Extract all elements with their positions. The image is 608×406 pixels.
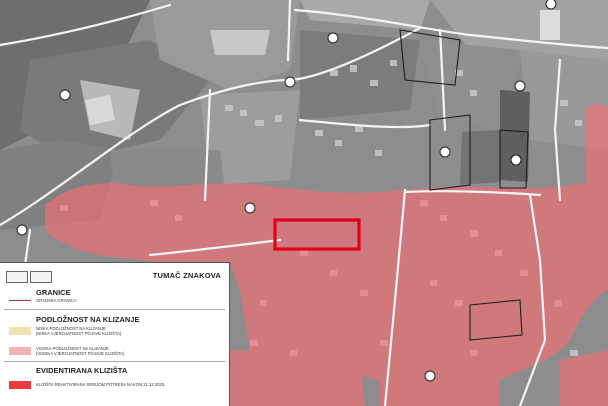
legend-item-low-line2: (NISKA VJEROJATNOST POJAVE KLIZIŠTA) xyxy=(36,331,122,336)
legend-title: TUMAČ ZNAKOVA xyxy=(152,271,221,280)
logo-left xyxy=(6,271,28,283)
city-boundary-swatch xyxy=(9,300,31,301)
legend-logos xyxy=(6,271,52,283)
map-viewport[interactable]: TUMAČ ZNAKOVA GRANICE GRADSKA GRANICA PO… xyxy=(0,0,608,406)
legend-divider xyxy=(4,309,225,310)
high-susceptibility-swatch xyxy=(9,347,31,355)
legend-section-boundaries: GRANICE xyxy=(36,288,71,297)
low-susceptibility-swatch xyxy=(9,327,31,335)
reactivated-landslide-swatch xyxy=(9,381,31,389)
legend-section-recorded: EVIDENTIRANA KLIZIŠTA xyxy=(36,366,128,375)
logo-right xyxy=(30,271,52,283)
map-legend: TUMAČ ZNAKOVA GRANICE GRADSKA GRANICA PO… xyxy=(0,262,230,406)
legend-section-susceptibility: PODLOŽNOST NA KLIZANJE xyxy=(36,315,140,324)
legend-divider xyxy=(4,361,225,362)
legend-item-high-line2: (VISOKA VJEROJATNOST POJAVE KLIZIŠTA) xyxy=(36,351,125,356)
legend-item-low-susceptibility: NISKA PODLOŽNOST NA KLIZANJE (NISKA VJER… xyxy=(36,326,121,336)
legend-item-high-susceptibility: VISOKA PODLOŽNOST NA KLIZANJE (VISOKA VJ… xyxy=(36,346,124,356)
legend-item-reactivated: KLIZIŠTA REAKTIVIRANA SERIJOM POTRESA NA… xyxy=(36,382,166,387)
legend-item-city-boundary: GRADSKA GRANICA xyxy=(36,298,77,303)
